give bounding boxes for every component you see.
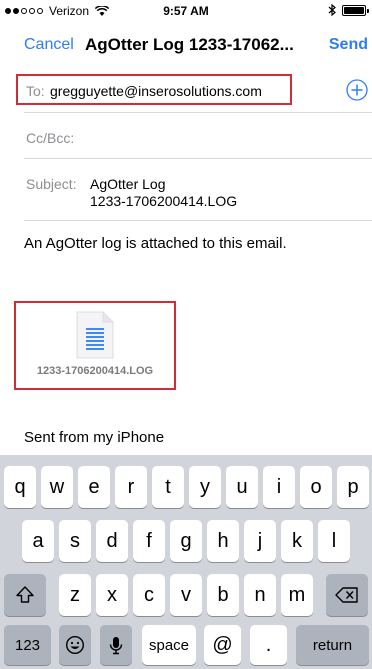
numbers-key[interactable]: 123 — [4, 625, 51, 665]
subject-value[interactable]: AgOtter Log 1233-1706200414.LOG — [90, 176, 330, 210]
battery-icon — [342, 4, 369, 16]
key-f[interactable]: f — [133, 520, 165, 562]
battery-fill — [344, 6, 364, 14]
key-j[interactable]: j — [244, 520, 276, 562]
microphone-icon — [109, 637, 123, 655]
key-c[interactable]: c — [133, 574, 165, 616]
key-g[interactable]: g — [170, 520, 202, 562]
key-r[interactable]: r — [115, 466, 147, 508]
status-right — [328, 4, 369, 16]
key-q[interactable]: q — [4, 466, 36, 508]
delete-icon — [335, 587, 358, 603]
space-key[interactable]: space — [142, 625, 196, 665]
key-n[interactable]: n — [244, 574, 276, 616]
key-w[interactable]: w — [41, 466, 73, 508]
key-e[interactable]: e — [78, 466, 110, 508]
period-key[interactable]: . — [250, 625, 287, 665]
key-l[interactable]: l — [318, 520, 350, 562]
document-icon — [76, 311, 114, 359]
battery-tip — [367, 8, 369, 13]
dictation-key[interactable] — [100, 625, 132, 665]
signature-text: Sent from my iPhone — [24, 429, 165, 446]
subject-field-row[interactable]: Subject: AgOtter Log 1233-1706200414.LOG — [24, 159, 372, 221]
to-recipient[interactable]: gregguyette@inserosolutions.com — [50, 83, 262, 99]
subject-line-1: AgOtter Log — [90, 176, 166, 192]
bluetooth-icon — [328, 4, 336, 16]
key-m[interactable]: m — [281, 574, 313, 616]
key-k[interactable]: k — [281, 520, 313, 562]
shift-icon — [16, 586, 34, 603]
key-h[interactable]: h — [207, 520, 239, 562]
key-v[interactable]: v — [170, 574, 202, 616]
compose-title: AgOtter Log 1233-17062... — [85, 35, 294, 54]
message-body-text[interactable]: An AgOtter log is attached to this email… — [24, 235, 287, 252]
key-d[interactable]: d — [96, 520, 128, 562]
to-label: To: — [26, 83, 45, 99]
key-p[interactable]: p — [337, 466, 369, 508]
key-o[interactable]: o — [300, 466, 332, 508]
key-b[interactable]: b — [207, 574, 239, 616]
key-z[interactable]: z — [59, 574, 91, 616]
key-u[interactable]: u — [226, 466, 258, 508]
emoji-key[interactable] — [59, 625, 91, 665]
key-a[interactable]: a — [22, 520, 54, 562]
plus-circle-icon[interactable] — [346, 79, 368, 101]
cc-bcc-label: Cc/Bcc: — [26, 130, 75, 146]
at-key[interactable]: @ — [204, 625, 241, 665]
return-key[interactable]: return — [296, 625, 369, 665]
shift-key[interactable] — [4, 574, 46, 616]
key-x[interactable]: x — [96, 574, 128, 616]
key-s[interactable]: s — [59, 520, 91, 562]
attachment[interactable]: 1233-1706200414.LOG — [14, 301, 176, 390]
attachment-filename: 1233-1706200414.LOG — [36, 365, 154, 377]
status-time: 9:57 AM — [163, 4, 209, 18]
keyboard: q w e r t y u i o p a s d f g h j k l z … — [0, 455, 372, 669]
cancel-button[interactable]: Cancel — [24, 36, 74, 54]
subject-line-2: 1233-1706200414.LOG — [90, 193, 238, 209]
delete-key[interactable] — [326, 574, 368, 616]
compose-nav-bar: Cancel AgOtter Log 1233-17062... Send — [0, 22, 372, 68]
key-y[interactable]: y — [189, 466, 221, 508]
send-button[interactable]: Send — [329, 36, 368, 54]
status-bar: Verizon 9:57 AM — [0, 0, 372, 22]
cc-bcc-field-row[interactable]: Cc/Bcc: — [24, 113, 372, 159]
key-i[interactable]: i — [263, 466, 295, 508]
to-field-row[interactable]: To: gregguyette@inserosolutions.com — [16, 68, 372, 113]
subject-label: Subject: — [26, 176, 77, 192]
key-t[interactable]: t — [152, 466, 184, 508]
emoji-icon — [65, 635, 85, 655]
